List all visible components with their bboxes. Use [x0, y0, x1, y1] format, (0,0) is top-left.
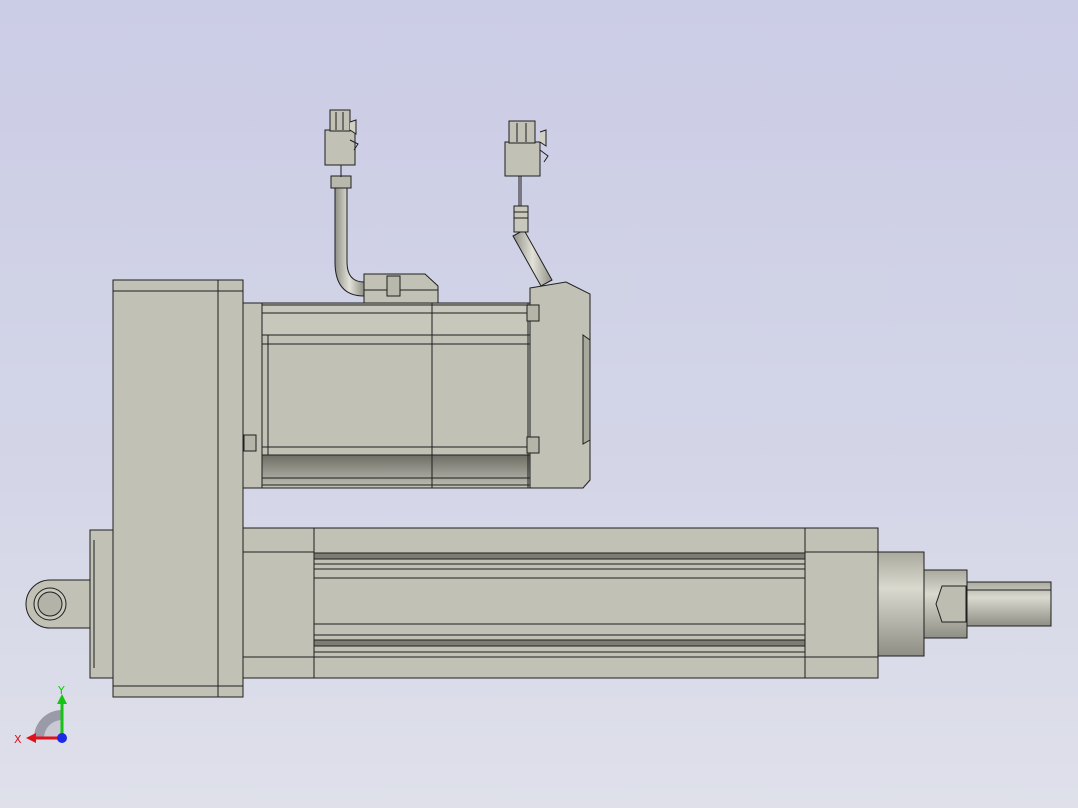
z-axis-dot [57, 733, 67, 743]
front-cap [804, 527, 879, 679]
rod-end [877, 551, 1052, 657]
rear-housing [112, 279, 244, 698]
pivot-eye [25, 579, 93, 629]
x-axis-arrow [26, 733, 36, 743]
motor [242, 273, 591, 489]
x-axis-label: X [14, 733, 22, 746]
actuator-model[interactable] [0, 0, 1078, 808]
axis-triad: Y X [14, 686, 67, 746]
cad-viewport[interactable]: Y X [0, 0, 1078, 808]
actuator-tube [242, 527, 806, 679]
power-cable [324, 109, 365, 297]
y-axis-label: Y [57, 686, 65, 697]
encoder-cable [504, 120, 553, 287]
